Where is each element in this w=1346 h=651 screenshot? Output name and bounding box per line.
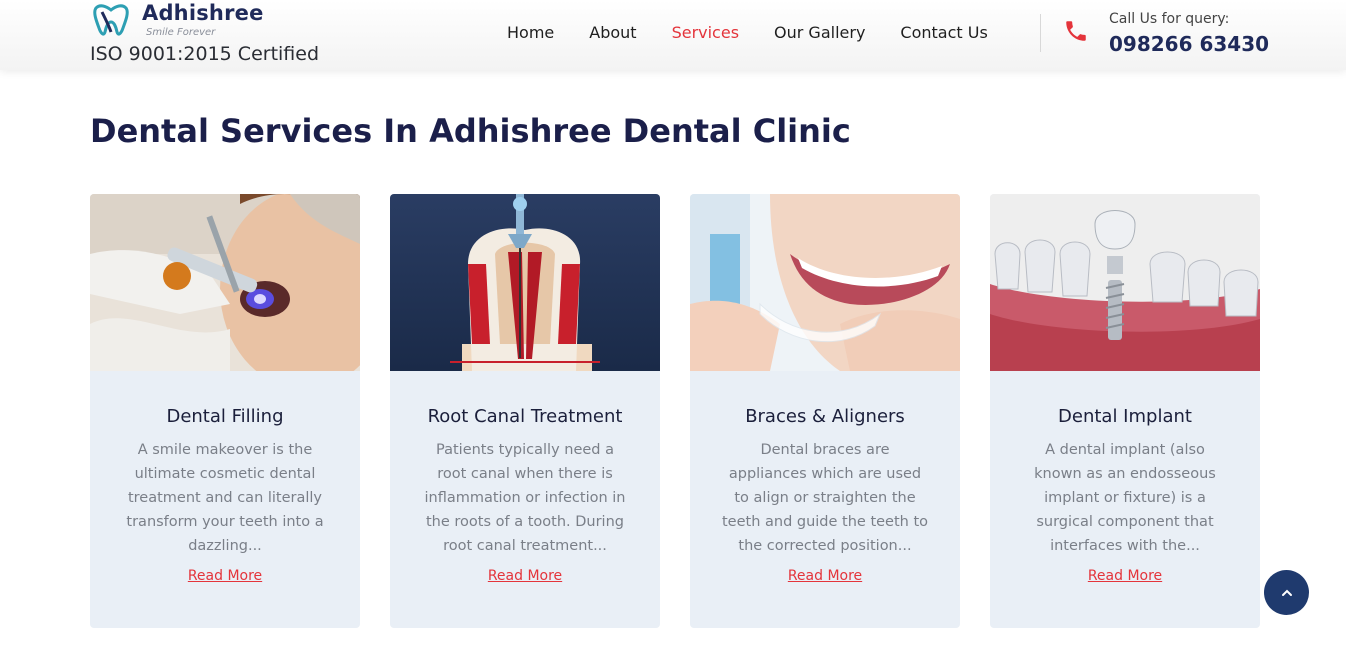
read-more-link[interactable]: Read More — [90, 568, 360, 584]
dental-implant-image — [990, 194, 1260, 371]
service-description: A smile makeover is the ultimate cosmeti… — [126, 442, 324, 554]
service-card-dental-implant: Dental Implant A dental implant (also kn… — [990, 194, 1260, 628]
read-more-link[interactable]: Read More — [690, 568, 960, 584]
chevron-up-icon — [1281, 589, 1292, 596]
brand-name: Adhishree — [142, 1, 264, 25]
call-number[interactable]: 098266 63430 — [1109, 32, 1269, 56]
service-description: A dental implant (also known as an endos… — [1034, 442, 1216, 554]
phone-icon[interactable] — [1063, 18, 1089, 44]
call-label: Call Us for query: — [1109, 11, 1230, 27]
read-more-link[interactable]: Read More — [990, 568, 1260, 584]
braces-aligners-image — [690, 194, 960, 371]
nav-item-home[interactable]: Home — [507, 23, 554, 42]
service-title: Dental Implant — [1058, 406, 1192, 427]
service-card-dental-filling: Dental Filling A smile makeover is the u… — [90, 194, 360, 628]
read-more-link[interactable]: Read More — [390, 568, 660, 584]
header-divider — [1040, 14, 1041, 52]
nav-item-contact-us[interactable]: Contact Us — [900, 23, 987, 42]
service-title: Root Canal Treatment — [427, 406, 623, 427]
service-card-braces-aligners: Braces & Aligners Dental braces are appl… — [690, 194, 960, 628]
nav-item-services[interactable]: Services — [672, 23, 739, 42]
service-description: Dental braces are appliances which are u… — [721, 442, 929, 554]
service-title: Braces & Aligners — [745, 406, 905, 427]
dental-filling-image — [90, 194, 360, 371]
service-title: Dental Filling — [166, 406, 284, 427]
site-header: Adhishree Smile Forever ISO 9001:2015 Ce… — [0, 0, 1346, 70]
scroll-to-top-button[interactable] — [1264, 570, 1309, 615]
nav-item-about[interactable]: About — [589, 23, 636, 42]
service-description: Patients typically need a root canal whe… — [424, 442, 626, 554]
page-title: Dental Services In Adhishree Dental Clin… — [90, 112, 851, 150]
brand-tagline: Smile Forever — [146, 27, 216, 38]
nav-item-our-gallery[interactable]: Our Gallery — [774, 23, 865, 42]
root-canal-image — [390, 194, 660, 371]
tooth-logo-icon — [93, 4, 129, 36]
main-nav: Home About Services Our Gallery Contact … — [507, 23, 988, 42]
service-card-root-canal: Root Canal Treatment Patients typically … — [390, 194, 660, 628]
certification-text: ISO 9001:2015 Certified — [90, 43, 320, 65]
